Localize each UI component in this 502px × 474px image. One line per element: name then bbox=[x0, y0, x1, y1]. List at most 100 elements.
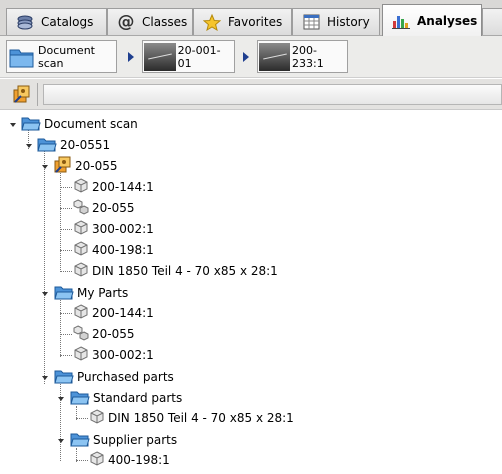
tree-node-20-0551[interactable]: 20-0551 bbox=[37, 136, 110, 154]
bar-chart-icon bbox=[391, 12, 411, 30]
open-folder-icon bbox=[54, 284, 74, 303]
tree-node-part[interactable]: 400-198:1 bbox=[73, 241, 154, 259]
part-thumbnail bbox=[259, 42, 291, 71]
tree-connector bbox=[60, 295, 61, 357]
breadcrumb-item-200-233[interactable]: 200-233:1 bbox=[257, 40, 348, 73]
subassembly-icon bbox=[73, 198, 89, 218]
breadcrumb-item-document-scan[interactable]: Document scan bbox=[6, 40, 117, 73]
part-icon bbox=[89, 451, 105, 469]
tree-node-label: 20-055 bbox=[75, 159, 118, 173]
tree-node-part[interactable]: 300-002:1 bbox=[73, 220, 154, 238]
breadcrumb-separator-icon bbox=[128, 52, 134, 62]
open-folder-icon bbox=[54, 368, 74, 387]
at-sign-icon: @ bbox=[117, 12, 135, 32]
tab-analyses[interactable]: Analyses bbox=[382, 4, 482, 36]
tab-classes[interactable]: @ Classes bbox=[107, 8, 193, 35]
tree-node-subassembly[interactable]: 20-055 bbox=[73, 324, 135, 344]
tab-bar: Catalogs @ Classes Favorites History Ana… bbox=[0, 0, 502, 36]
open-folder-icon bbox=[21, 115, 41, 134]
part-icon bbox=[73, 178, 89, 196]
assembly-icon bbox=[54, 156, 72, 176]
tree-connector bbox=[60, 313, 72, 314]
tree-node-my-parts[interactable]: My Parts bbox=[54, 284, 128, 302]
tree-node-label: Purchased parts bbox=[77, 370, 174, 384]
tree-node-label: 200-144:1 bbox=[92, 180, 154, 194]
open-folder-icon bbox=[70, 389, 90, 408]
tree-connector bbox=[60, 187, 72, 188]
part-icon bbox=[73, 262, 89, 280]
calendar-icon bbox=[301, 13, 321, 31]
tab-label: Favorites bbox=[228, 15, 283, 29]
tree-connector bbox=[60, 250, 72, 251]
expand-toggle-icon[interactable] bbox=[58, 439, 64, 443]
tab-overflow[interactable] bbox=[482, 8, 502, 35]
tab-history[interactable]: History bbox=[292, 8, 380, 35]
part-icon bbox=[73, 346, 89, 364]
expand-toggle-icon[interactable] bbox=[42, 292, 48, 296]
breadcrumb-label: 20-001-01 bbox=[177, 43, 221, 70]
folder-icon bbox=[9, 45, 35, 69]
tree-node-part[interactable]: 200-144:1 bbox=[73, 304, 154, 322]
toolbar-path-field[interactable] bbox=[43, 84, 502, 105]
tree-node-label: 300-002:1 bbox=[92, 222, 154, 236]
tree-node-root[interactable]: Document scan bbox=[21, 115, 138, 133]
tree-connector bbox=[60, 355, 72, 356]
expand-toggle-icon[interactable] bbox=[26, 144, 32, 148]
tree-node-label: 300-002:1 bbox=[92, 348, 154, 362]
breadcrumb: Document scan 20-001-01 200-233:1 bbox=[0, 36, 502, 78]
tab-label: Catalogs bbox=[41, 15, 94, 29]
analysis-tool-icon[interactable] bbox=[12, 85, 32, 107]
breadcrumb-item-20-001-01[interactable]: 20-001-01 bbox=[142, 40, 235, 73]
tab-label: Classes bbox=[142, 15, 188, 29]
part-icon bbox=[73, 220, 89, 238]
part-thumbnail bbox=[144, 42, 176, 71]
tree-node-label: 20-055 bbox=[92, 327, 135, 341]
tree-connector bbox=[60, 208, 72, 209]
tree-node-label: 400-198:1 bbox=[92, 243, 154, 257]
tree-node-standard-parts[interactable]: Standard parts bbox=[70, 389, 182, 407]
star-icon bbox=[202, 13, 222, 31]
tree-node-label: Supplier parts bbox=[93, 433, 178, 447]
tree-node-part[interactable]: 300-002:1 bbox=[73, 346, 154, 364]
tree-node-part[interactable]: DIN 1850 Teil 4 - 70 x85 x 28:1 bbox=[89, 409, 294, 427]
tree-node-label: Document scan bbox=[44, 117, 138, 131]
tree-node-assembly[interactable]: 20-055 bbox=[54, 156, 118, 176]
tree-node-purchased-parts[interactable]: Purchased parts bbox=[54, 368, 174, 386]
expand-toggle-icon[interactable] bbox=[42, 376, 48, 380]
part-icon bbox=[89, 409, 105, 427]
tree-node-supplier-parts[interactable]: Supplier parts bbox=[70, 431, 177, 449]
breadcrumb-separator-icon bbox=[243, 52, 249, 62]
tree-node-label: Standard parts bbox=[93, 391, 183, 405]
tree-node-subassembly[interactable]: 20-055 bbox=[73, 198, 135, 218]
tree-node-label: DIN 1850 Teil 4 - 70 x85 x 28:1 bbox=[92, 264, 278, 278]
tree-connector bbox=[76, 418, 88, 419]
tab-label: Analyses bbox=[417, 13, 478, 28]
expand-toggle-icon[interactable] bbox=[58, 397, 64, 401]
tree-connector bbox=[60, 168, 61, 272]
tree-connector bbox=[76, 460, 88, 461]
tree-connector bbox=[60, 271, 72, 272]
tree-node-label: 20-0551 bbox=[60, 138, 111, 152]
part-icon bbox=[73, 241, 89, 259]
subassembly-icon bbox=[73, 324, 89, 344]
toolbar bbox=[0, 79, 502, 110]
breadcrumb-label: 200-233:1 bbox=[292, 43, 324, 70]
tree-connector bbox=[60, 381, 61, 461]
expand-toggle-icon[interactable] bbox=[10, 123, 16, 127]
tree-node-label: 400-198:1 bbox=[108, 453, 170, 467]
tree-node-part[interactable]: DIN 1850 Teil 4 - 70 x85 x 28:1 bbox=[73, 262, 278, 280]
analysis-tree: Document scan 20-0551 20-055 200-144:1 2… bbox=[0, 111, 502, 474]
tree-node-part[interactable]: 400-198:1 bbox=[89, 451, 170, 469]
tab-favorites[interactable]: Favorites bbox=[193, 8, 292, 35]
expand-toggle-icon[interactable] bbox=[42, 165, 48, 169]
tree-connector bbox=[60, 334, 72, 335]
breadcrumb-label: Document scan bbox=[38, 43, 95, 70]
tree-node-label: 20-055 bbox=[92, 201, 135, 215]
part-icon bbox=[73, 304, 89, 322]
tree-node-label: DIN 1850 Teil 4 - 70 x85 x 28:1 bbox=[108, 411, 294, 425]
catalogs-icon bbox=[15, 13, 35, 31]
tree-node-part[interactable]: 200-144:1 bbox=[73, 178, 154, 196]
tree-node-label: My Parts bbox=[77, 286, 129, 300]
open-folder-icon bbox=[37, 136, 57, 155]
tab-catalogs[interactable]: Catalogs bbox=[6, 8, 107, 35]
